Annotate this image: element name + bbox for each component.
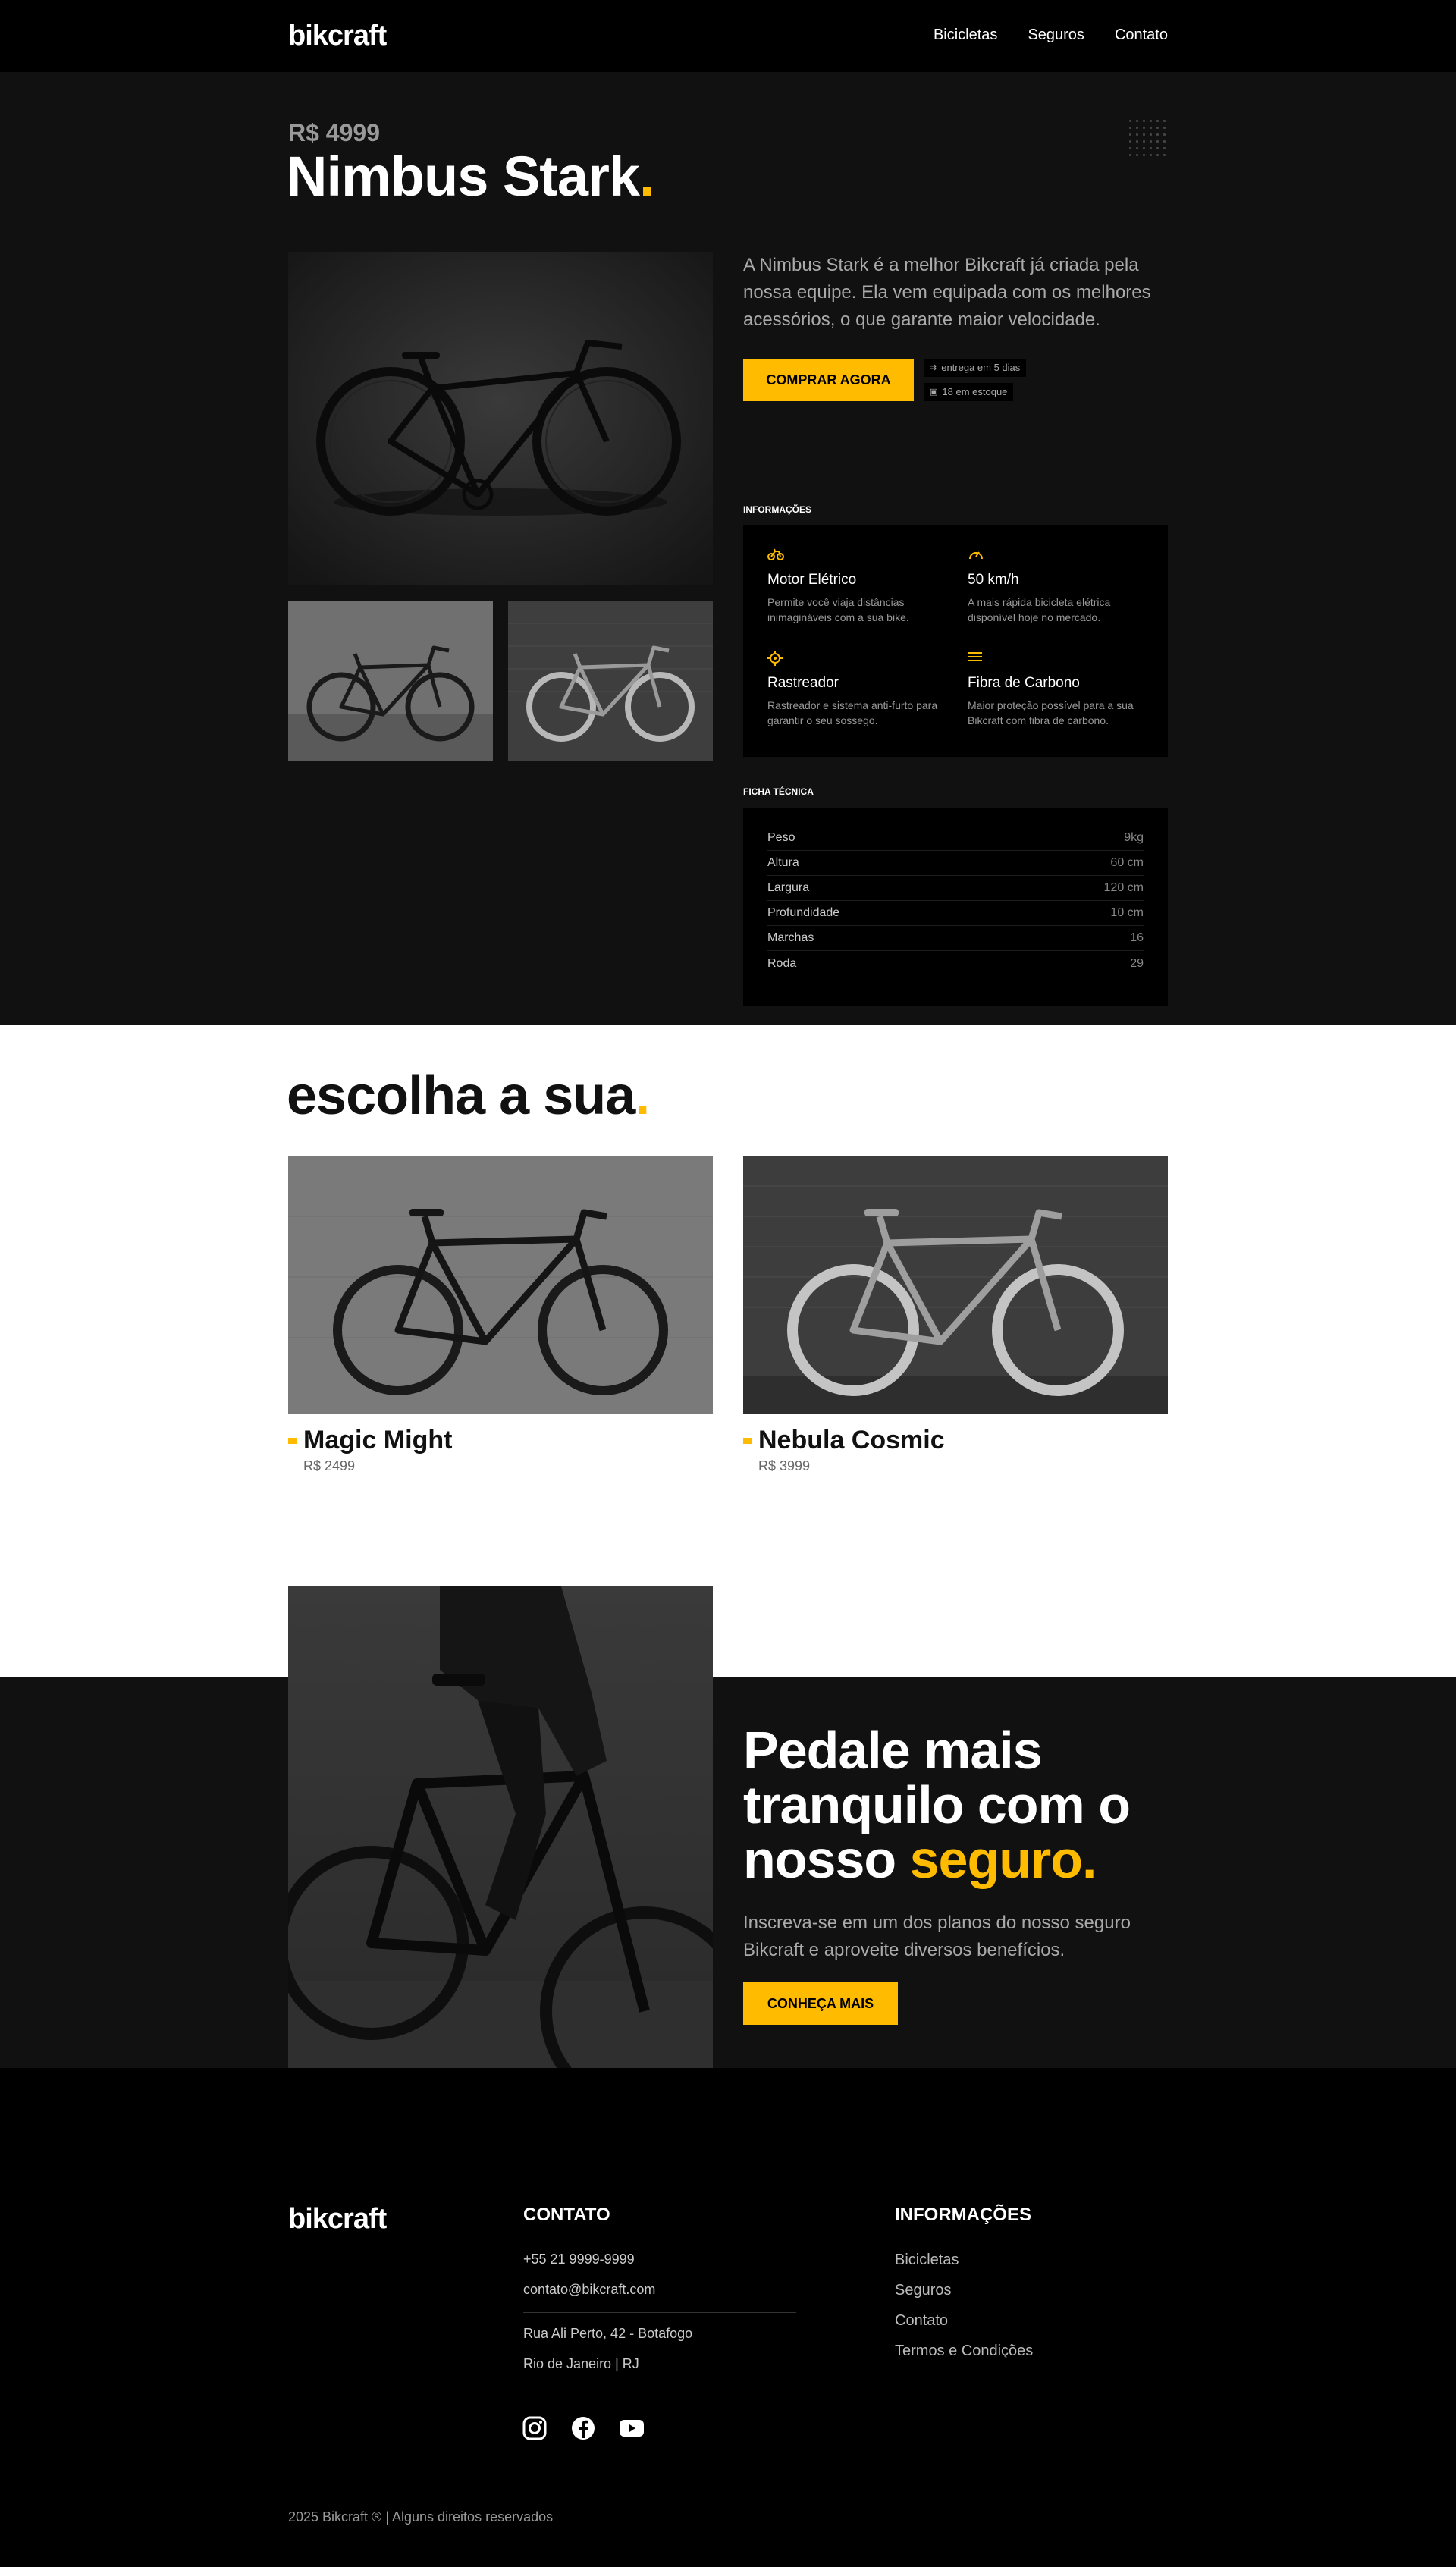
site-footer: bikcraft Contato +55 21 9999-9999 contat… (0, 2068, 1456, 2567)
bike-icon (767, 548, 949, 566)
address-line-2: Rio de Janeiro | RJ (523, 2356, 639, 2371)
info-item-tracker: Rastreador Rastreador e sistema anti-fur… (767, 651, 949, 728)
tech-row: Profundidade 10 cm (767, 901, 1144, 926)
bike-card-price: R$ 2499 (303, 1458, 356, 1473)
footer-logo[interactable]: bikcraft (288, 2203, 387, 2236)
product-thumb-2[interactable] (508, 601, 713, 761)
bike-black-photo (288, 252, 713, 585)
insurance-section: Pedale mais tranquilo com o nosso seguro… (0, 1677, 1456, 2068)
nav-seguros[interactable]: Seguros (1028, 27, 1084, 44)
bike-card-image[interactable] (288, 1156, 713, 1414)
site-header: bikcraft Bicicletas Seguros Contato (0, 0, 1456, 72)
info-title: Informações (895, 2205, 1031, 2225)
tech-row: Peso 9kg (767, 826, 1144, 851)
stock-tag-text: 18 em estoque (942, 386, 1008, 397)
info-text: Maior proteção possível para a sua Bikcr… (968, 699, 1134, 726)
main-nav: Bicicletas Seguros Contato (934, 27, 1168, 44)
info-name: Rastreador (767, 675, 839, 691)
footer-link-termos[interactable]: Termos e Condições (895, 2343, 1033, 2360)
info-item-carbon: Fibra de Carbono Maior proteção possível… (968, 651, 1150, 728)
tech-table: Peso 9kg Altura 60 cm Largura 120 cm Profun… (743, 808, 1168, 1006)
product-main-image (288, 252, 713, 585)
footer-link-bicicletas[interactable]: Bicicletas (895, 2252, 959, 2269)
bike-thumb-dark-photo (288, 601, 493, 761)
address-line-1: Rua Ali Perto, 42 - Botafogo (523, 2326, 693, 2341)
info-text: Rastreador e sistema anti-furto para gar… (767, 699, 938, 726)
tech-row: Marchas 16 (767, 926, 1144, 951)
insurance-text: Inscreva-se em um dos planos do nosso se… (743, 1913, 1131, 1960)
info-label: Informações (743, 504, 811, 515)
bike-card-magic-might[interactable]: Magic Might R$ 2499 (288, 1156, 713, 1474)
youtube-icon[interactable] (619, 2415, 645, 2441)
product-price: R$ 4999 (288, 119, 380, 146)
bike-white-photo (743, 1156, 1168, 1414)
truck-icon: ⇉ (930, 363, 937, 372)
instagram-icon[interactable] (522, 2415, 548, 2441)
delivery-tag-text: entrega em 5 dias (941, 362, 1021, 373)
divider (523, 2312, 796, 2313)
bike-card-image[interactable] (743, 1156, 1168, 1414)
product-description: A Nimbus Stark é a melhor Bikcraft já cr… (743, 255, 1151, 330)
nav-contato[interactable]: Contato (1115, 27, 1168, 44)
info-box: Motor Elétrico Permite você viaja distân… (743, 525, 1168, 757)
stock-tag: ▣ 18 em estoque (924, 383, 1014, 401)
bike-card-nebula-cosmic[interactable]: Nebula Cosmic R$ 3999 (743, 1156, 1168, 1474)
delivery-tag: ⇉ entrega em 5 dias (924, 359, 1027, 377)
bike-dark-photo (288, 1156, 713, 1414)
choose-title: escolha a sua. (287, 1065, 650, 1126)
product-section: R$ 4999 Nimbus Stark. A Nimbus Stark é a… (0, 72, 1456, 1025)
contact-title: Contato (523, 2205, 610, 2225)
choose-section: escolha a sua. Magic Might R$ 2499 Nebul… (0, 1025, 1456, 1677)
product-thumb-1[interactable] (288, 601, 493, 761)
tech-row: Altura 60 cm (767, 851, 1144, 876)
speedometer-icon (968, 548, 1150, 566)
buy-now-button[interactable]: Comprar Agora (743, 359, 914, 401)
info-name: Motor Elétrico (767, 572, 857, 588)
bike-card-name[interactable]: Nebula Cosmic (743, 1426, 1168, 1455)
info-name: 50 km/h (968, 572, 1019, 588)
email-text[interactable]: contato@bikcraft.com (523, 2282, 655, 2298)
layers-icon (968, 651, 1150, 669)
bike-card-name[interactable]: Magic Might (288, 1426, 713, 1455)
info-text: Permite você viaja distâncias inimagináv… (767, 596, 909, 623)
box-icon: ▣ (930, 388, 938, 397)
info-name: Fibra de Carbono (968, 675, 1080, 691)
target-icon (767, 651, 949, 669)
tech-row: Roda 29 (767, 956, 1144, 970)
footer-link-seguros[interactable]: Seguros (895, 2282, 952, 2299)
footer-link-contato[interactable]: Contato (895, 2312, 948, 2330)
bike-card-price: R$ 3999 (758, 1458, 811, 1473)
learn-more-button[interactable]: Conheça Mais (743, 1982, 898, 2025)
accent-bar (288, 1437, 297, 1444)
nav-bicicletas[interactable]: Bicicletas (934, 27, 997, 44)
phone-text[interactable]: +55 21 9999-9999 (523, 2252, 635, 2267)
dots-decoration (1127, 118, 1168, 158)
info-text: A mais rápida bicicleta elétrica disponí… (968, 596, 1111, 623)
bike-thumb-white-photo (508, 601, 713, 761)
copyright: 2025 Bikcraft ® | Alguns direitos reserv… (288, 2509, 554, 2525)
product-title: Nimbus Stark. (287, 145, 655, 208)
accent-bar (743, 1437, 752, 1444)
facebook-icon[interactable] (570, 2415, 596, 2441)
tech-label: Ficha Técnica (743, 786, 814, 797)
info-item-speed: 50 km/h A mais rápida bicicleta elétrica… (968, 548, 1150, 625)
logo[interactable]: bikcraft (288, 20, 387, 52)
info-item-motor: Motor Elétrico Permite você viaja distân… (767, 548, 949, 625)
tech-row: Largura 120 cm (767, 876, 1144, 901)
insurance-title: Pedale mais tranquilo com o nosso seguro… (743, 1721, 1131, 1889)
